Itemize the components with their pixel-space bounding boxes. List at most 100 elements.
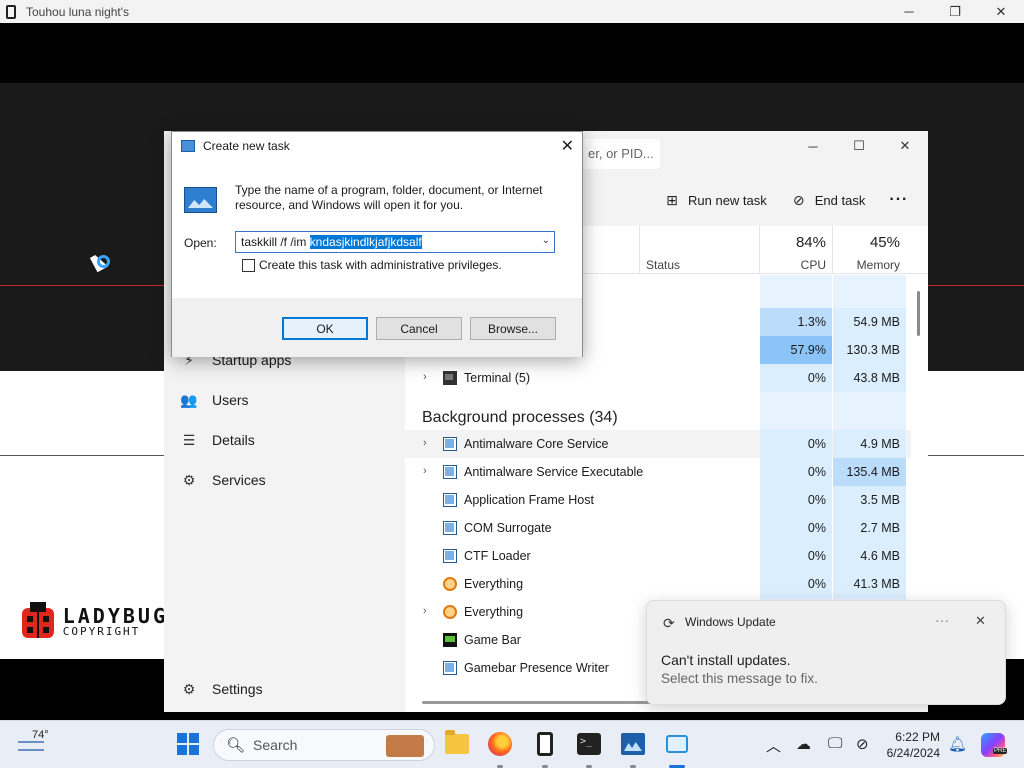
process-name: Antimalware Service Executable — [464, 465, 644, 479]
horizontal-scrollbar[interactable] — [422, 701, 662, 704]
cpu-value: 1.3% — [760, 308, 832, 336]
start-button[interactable] — [175, 731, 201, 757]
command-selected-text: kndasjkindlkjafjkdsalf — [309, 235, 422, 249]
clock-date: 6/24/2024 — [886, 746, 940, 760]
service-icon — [443, 465, 457, 479]
nav-users-label: Users — [212, 392, 249, 408]
process-row[interactable]: › Antimalware Service Executable 0% 135.… — [405, 458, 911, 486]
cpu-value: 0% — [760, 570, 832, 598]
expand-chevron-icon[interactable]: › — [423, 465, 427, 477]
logo-text-ladybug: LADYBUG — [62, 603, 168, 628]
nav-services-label: Services — [212, 472, 266, 488]
show-hidden-icons-chevron-icon[interactable]: ︿ — [766, 735, 781, 756]
memory-value: 3.5 MB — [833, 486, 906, 514]
column-cpu-label[interactable]: CPU — [760, 258, 826, 272]
dialog-close-icon[interactable]: ✕ — [561, 136, 574, 156]
run-task-icon: ⊞ — [666, 191, 678, 208]
copilot-icon[interactable]: PRE — [981, 733, 1008, 757]
weather-widget[interactable]: 74° — [18, 729, 58, 761]
dialog-app-icon — [181, 140, 195, 152]
remote-desktop-button[interactable] — [664, 731, 690, 757]
notification-close-icon[interactable]: ✕ — [975, 613, 986, 629]
system-clock[interactable]: 6:22 PM 6/24/2024 — [882, 729, 940, 761]
tm-maximize-button[interactable]: ☐ — [836, 131, 882, 161]
memory-value: 130.3 MB — [833, 336, 906, 364]
game-window-title: Touhou luna night's — [26, 4, 130, 19]
process-name: Terminal (5) — [464, 371, 530, 385]
expand-chevron-icon[interactable]: › — [423, 605, 427, 617]
cpu-value: 0% — [760, 430, 832, 458]
network-icon[interactable]: ⊘ — [856, 735, 869, 753]
create-new-task-dialog[interactable]: Create new task ✕ Type the name of a pro… — [171, 131, 583, 357]
ok-button[interactable]: OK — [282, 317, 368, 340]
memory-value: 43.8 MB — [833, 364, 906, 392]
expand-chevron-icon[interactable]: › — [423, 371, 427, 383]
browse-button[interactable]: Browse... — [470, 317, 556, 340]
taskbar-search[interactable]: 🔍︎ Search — [213, 729, 435, 761]
run-new-task-button[interactable]: ⊞ Run new task — [664, 192, 767, 208]
memory-value: 135.4 MB — [833, 458, 906, 486]
column-status[interactable]: Status — [646, 258, 680, 272]
process-name: COM Surrogate — [464, 521, 552, 535]
cloud-offline-icon[interactable]: ☁ — [796, 735, 811, 753]
tm-minimize-button[interactable]: ─ — [790, 131, 836, 161]
more-options-button[interactable]: ··· — [889, 191, 908, 209]
nav-details[interactable]: ☰ Details — [180, 426, 255, 454]
process-row[interactable]: Application Frame Host 0% 3.5 MB — [405, 486, 911, 514]
checkbox-box[interactable] — [242, 258, 255, 272]
close-button[interactable]: ✕ — [978, 0, 1024, 23]
column-cpu-percent[interactable]: 84% — [760, 234, 826, 251]
nav-services[interactable]: ⚙ Services — [180, 466, 266, 494]
process-row[interactable]: COM Surrogate 0% 2.7 MB — [405, 514, 911, 542]
firefox-button[interactable] — [487, 731, 513, 757]
nav-settings[interactable]: ⚙ Settings — [180, 675, 263, 703]
memory-value: 41.3 MB — [833, 570, 906, 598]
terminal-icon — [443, 371, 457, 385]
windows-logo-icon — [177, 733, 199, 755]
column-memory-percent[interactable]: 45% — [833, 234, 900, 251]
terminal-icon: >_ — [577, 733, 601, 755]
vertical-scrollbar[interactable] — [917, 291, 920, 336]
terminal-button[interactable]: >_ — [576, 731, 602, 757]
process-name: Game Bar — [464, 633, 521, 647]
windows-update-notification[interactable]: ⟳ Windows Update ··· ✕ Can't install upd… — [646, 600, 1006, 705]
process-row-terminal[interactable]: › Terminal (5) 0% 43.8 MB — [405, 364, 911, 392]
process-row[interactable]: Everything 0% 41.3 MB — [405, 570, 911, 598]
file-explorer-button[interactable] — [444, 730, 470, 757]
process-name: Gamebar Presence Writer — [464, 661, 609, 675]
notification-title: Can't install updates. — [661, 652, 791, 668]
game-taskbar-button[interactable] — [532, 731, 558, 757]
tm-close-button[interactable]: ✕ — [882, 131, 928, 161]
nav-users[interactable]: 👥 Users — [180, 386, 249, 414]
dialog-titlebar[interactable]: Create new task — [172, 132, 582, 160]
end-task-label: End task — [814, 192, 866, 208]
background-processes-header: Background processes (34) — [422, 409, 618, 426]
open-command-input[interactable]: taskkill /f /im kndasjkindlkjafjkdsalf ⌄ — [235, 231, 555, 253]
admin-privileges-checkbox[interactable]: Create this task with administrative pri… — [242, 258, 502, 272]
memory-value: 2.7 MB — [833, 514, 906, 542]
notification-more-button[interactable]: ··· — [935, 612, 949, 628]
dropdown-chevron-icon[interactable]: ⌄ — [542, 235, 550, 246]
search-highlight-image — [386, 735, 424, 757]
notification-bell-icon[interactable]: 🔔︎ — [948, 735, 967, 753]
taskbar: 74° 🔍︎ Search >_ ︿ ☁ 🖵︎ ⊘ 6:22 PM 6/24/2… — [0, 720, 1024, 768]
cpu-value: 0% — [760, 514, 832, 542]
task-manager-button[interactable] — [620, 731, 646, 757]
expand-chevron-icon[interactable]: › — [423, 437, 427, 449]
ladybug-icon — [18, 602, 57, 640]
process-row[interactable]: CTF Loader 0% 4.6 MB — [405, 542, 911, 570]
column-memory-label[interactable]: Memory — [833, 258, 900, 272]
end-task-button[interactable]: ⊘ End task — [791, 191, 866, 208]
end-task-icon: ⊘ — [792, 191, 805, 208]
cancel-button[interactable]: Cancel — [376, 317, 462, 340]
process-row[interactable]: › Antimalware Core Service 0% 4.9 MB — [405, 430, 911, 458]
service-icon — [443, 437, 457, 451]
minimize-button[interactable]: ─ — [886, 0, 932, 23]
process-name: CTF Loader — [464, 549, 531, 563]
restore-button[interactable]: ❐ — [932, 0, 978, 23]
cpu-value: 0% — [760, 486, 832, 514]
process-name: Application Frame Host — [464, 493, 594, 507]
display-icon[interactable]: 🖵︎ — [828, 735, 842, 752]
task-manager-search-input[interactable]: er, or PID... — [582, 139, 660, 169]
game-window-titlebar[interactable]: Touhou luna night's ─ ❐ ✕ — [0, 0, 1024, 23]
